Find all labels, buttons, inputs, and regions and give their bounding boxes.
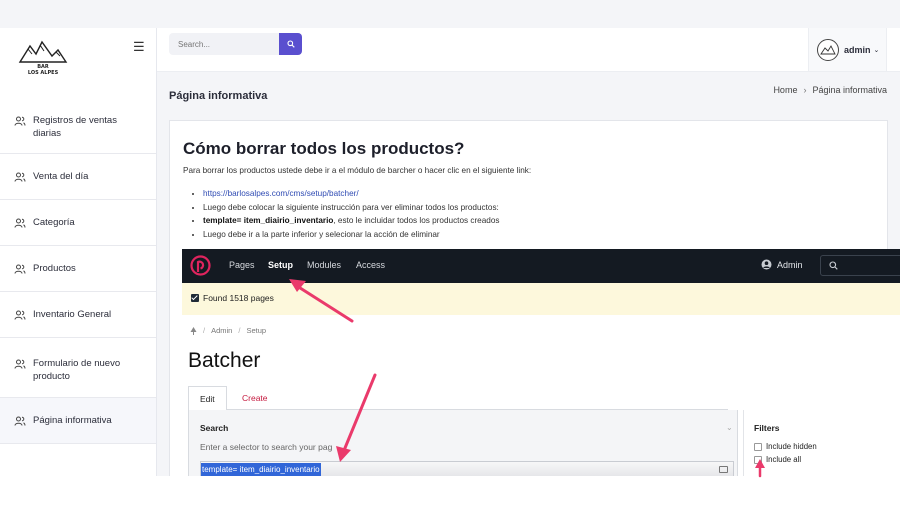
sidebar-item-label: Registros de ventas diarias (33, 115, 117, 139)
sidebar-item-productos[interactable]: Productos (0, 246, 156, 292)
tab-edit[interactable]: Edit (188, 386, 227, 411)
keyboard-icon[interactable] (719, 466, 728, 473)
embed-found-count: Found 1518 pages (203, 293, 274, 303)
user-circle-icon (761, 259, 772, 270)
embed-search-panel: Search ⌄ Enter a selector to search your… (188, 410, 738, 476)
sidebar-nav: Registros de ventas diarias Venta del dí… (0, 97, 156, 444)
search-input[interactable] (169, 33, 279, 55)
user-menu[interactable]: admin ⌄ (808, 28, 887, 71)
sidebar-item-pagina-informativa[interactable]: Página informativa (0, 398, 156, 444)
topbar: admin ⌄ (157, 28, 900, 72)
embed-nav-access[interactable]: Access (356, 260, 385, 270)
selector-input-value[interactable]: template= item_diairio_inventario (201, 463, 321, 476)
panel-heading: Search (200, 423, 229, 433)
sidebar-item-label: Inventario General (33, 309, 112, 320)
sidebar-item-label: Productos (33, 263, 76, 274)
separator: / (238, 326, 241, 335)
users-icon (14, 359, 26, 369)
filters-heading: Filters (754, 423, 780, 433)
sidebar-item-label: Formulario de nuevo producto (33, 358, 121, 382)
search-icon (286, 40, 295, 48)
search-button[interactable] (279, 33, 302, 55)
article-intro: Para borrar los productos ustede debe ir… (183, 166, 532, 175)
sidebar-item-label: Página informativa (33, 415, 112, 426)
breadcrumb: Home › Página informativa (773, 85, 887, 95)
processwire-logo-icon (190, 255, 211, 276)
list-item: https://barlosalpes.com/cms/setup/batche… (203, 187, 500, 201)
embed-navbar: Pages Setup Modules Access Admin (182, 249, 900, 283)
chevron-down-icon: ⌄ (873, 46, 880, 54)
list-item: template= item_diairio_inventario, esto … (203, 214, 500, 228)
users-icon (14, 218, 26, 228)
tree-icon (190, 326, 197, 335)
template-note: , esto le incluidar todos los productos … (333, 216, 500, 225)
breadcrumb-current: Página informativa (812, 85, 887, 95)
checkbox-label: Include all (766, 455, 802, 464)
search-icon (829, 261, 838, 270)
embed-notice-bar (182, 283, 900, 315)
embed-page-title: Batcher (188, 349, 261, 372)
tab-create[interactable]: Create (231, 386, 279, 411)
page-title: Página informativa (169, 90, 268, 102)
app-window: BAR LOS ALPES ☰ Registros de ventas diar… (0, 0, 900, 476)
embed-crumb-admin[interactable]: Admin (211, 326, 232, 335)
users-icon (14, 416, 26, 426)
embed-nav-modules[interactable]: Modules (307, 260, 341, 270)
svg-text:LOS ALPES: LOS ALPES (28, 70, 59, 76)
users-icon (14, 116, 26, 126)
separator: / (203, 326, 206, 335)
embedded-screenshot: Pages Setup Modules Access Admin Found 1… (182, 249, 900, 476)
sidebar-item-venta-del-dia[interactable]: Venta del día (0, 154, 156, 200)
include-all-checkbox[interactable]: Include all (754, 455, 801, 464)
check-icon (191, 294, 199, 302)
checkbox-icon (754, 442, 762, 451)
users-icon (14, 172, 26, 182)
sidebar-item-label: Categoría (33, 217, 75, 228)
checkbox-icon (754, 455, 762, 464)
steps-list: https://barlosalpes.com/cms/setup/batche… (203, 187, 500, 241)
embed-nav-pages[interactable]: Pages (229, 260, 255, 270)
user-name: admin (844, 44, 871, 55)
breadcrumb-home[interactable]: Home (773, 85, 797, 95)
list-item: Luego debe ir a la parte inferior y sele… (203, 228, 500, 242)
chevron-down-icon[interactable]: ⌄ (726, 423, 733, 432)
article-heading: Cómo borrar todos los productos? (183, 139, 465, 158)
template-instruction: template= item_diairio_inventario (203, 216, 334, 225)
avatar (817, 38, 839, 61)
checkbox-label: Include hidden (766, 442, 817, 451)
chevron-right-icon: › (803, 85, 807, 95)
list-item: Luego debe colocar la siguiente instrucc… (203, 201, 500, 215)
hamburger-icon[interactable]: ☰ (133, 39, 145, 55)
embed-tabs: Edit Create (188, 386, 728, 411)
sidebar: BAR LOS ALPES ☰ Registros de ventas diar… (0, 28, 157, 476)
embed-breadcrumb: / Admin / Setup (190, 326, 266, 335)
window-bottom-margin (0, 476, 900, 505)
embed-nav-setup[interactable]: Setup (268, 260, 293, 270)
embed-admin-menu[interactable]: Admin (761, 259, 803, 270)
sidebar-item-inventario[interactable]: Inventario General (0, 292, 156, 338)
include-hidden-checkbox[interactable]: Include hidden (754, 442, 817, 451)
users-icon (14, 264, 26, 274)
sidebar-item-formulario[interactable]: Formulario de nuevo producto (0, 338, 156, 398)
batcher-link[interactable]: https://barlosalpes.com/cms/setup/batche… (203, 189, 359, 198)
users-icon (14, 310, 26, 320)
embed-crumb-setup[interactable]: Setup (246, 326, 266, 335)
selector-hint: Enter a selector to search your pag (200, 442, 333, 452)
sidebar-item-label: Venta del día (33, 171, 89, 182)
logo[interactable]: BAR LOS ALPES (16, 32, 70, 76)
embed-search-input[interactable] (820, 255, 900, 276)
embed-filters-panel: Filters Include hidden Include all (743, 410, 900, 476)
embed-admin-label: Admin (777, 259, 803, 270)
sidebar-item-registros[interactable]: Registros de ventas diarias (0, 97, 156, 154)
sidebar-item-categoria[interactable]: Categoría (0, 200, 156, 246)
